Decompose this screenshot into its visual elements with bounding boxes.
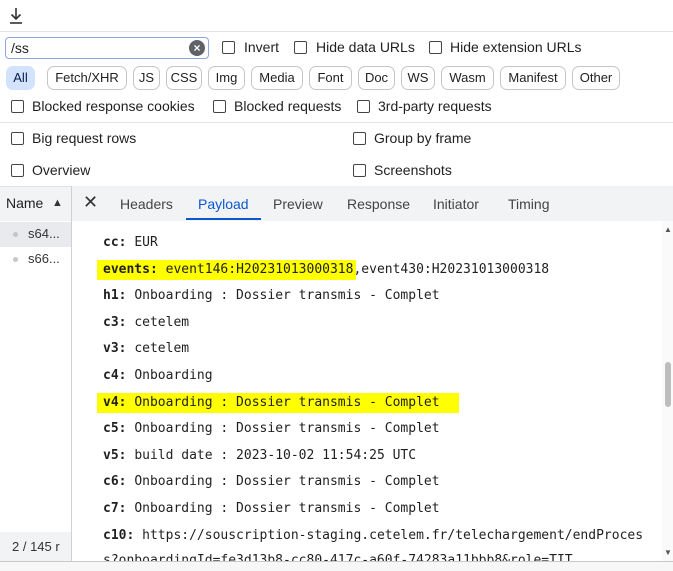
payload-value: Onboarding : Dossier transmis - Complet [134, 288, 440, 303]
filter-input[interactable]: /ss × [5, 37, 209, 59]
active-tab-indicator [186, 218, 261, 220]
payload-key: events: [103, 262, 158, 277]
filter-input-value: /ss [11, 40, 29, 56]
hide-data-urls-label: Hide data URLs [316, 39, 415, 55]
group-by-frame-checkbox[interactable] [353, 132, 366, 145]
tab-preview[interactable]: Preview [273, 196, 323, 212]
payload-row: c3: cetelem [103, 315, 189, 330]
invert-checkbox[interactable] [222, 41, 235, 54]
payload-row: c6: Onboarding : Dossier transmis - Comp… [103, 474, 440, 489]
payload-key: c10: [103, 528, 135, 543]
payload-value: event146:H20231013000318,event430:H20231… [165, 262, 550, 277]
filters-divider [0, 122, 673, 123]
overview-label: Overview [32, 162, 91, 178]
list-panel-divider[interactable] [71, 186, 72, 571]
type-filter-fetch-xhr[interactable]: Fetch/XHR [47, 66, 127, 90]
payload-row: v4: Onboarding : Dossier transmis - Comp… [103, 395, 440, 410]
big-request-rows-label: Big request rows [32, 130, 137, 146]
payload-key: v3: [103, 341, 127, 356]
screenshots-checkbox[interactable] [353, 164, 366, 177]
request-name: s64... [28, 226, 60, 241]
type-filter-js[interactable]: JS [133, 66, 160, 90]
payload-row: cc: EUR [103, 235, 158, 250]
payload-key: c4: [103, 368, 127, 383]
blocked-requests-checkbox[interactable] [213, 100, 226, 113]
request-status-dot [13, 232, 18, 237]
payload-value: cetelem [134, 315, 190, 330]
payload-value: build date : 2023-10-02 11:54:25 UTC [134, 448, 417, 463]
payload-value: https://souscription-staging.cetelem.fr/… [142, 528, 644, 543]
payload-row: c5: Onboarding : Dossier transmis - Comp… [103, 421, 440, 436]
payload-value: Onboarding : Dossier transmis - Complet [134, 474, 440, 489]
sort-ascending-icon: ▲ [52, 197, 63, 209]
tab-payload[interactable]: Payload [198, 196, 249, 212]
big-request-rows-checkbox[interactable] [11, 132, 24, 145]
payload-key: cc: [103, 235, 127, 250]
clear-filter-icon[interactable]: × [189, 40, 205, 56]
third-party-requests-checkbox[interactable] [357, 100, 370, 113]
type-filter-all[interactable]: All [6, 66, 35, 90]
blocked-response-cookies-checkbox[interactable] [11, 100, 24, 113]
payload-value: Onboarding : Dossier transmis - Complet [134, 501, 440, 516]
tab-timing[interactable]: Timing [508, 196, 550, 212]
type-filter-other[interactable]: Other [572, 66, 620, 90]
hide-extension-urls-checkbox[interactable] [429, 41, 442, 54]
tab-response[interactable]: Response [347, 196, 410, 212]
request-name: s66... [28, 251, 60, 266]
payload-value: Onboarding : Dossier transmis - Complet [134, 421, 440, 436]
payload-row: events: event146:H20231013000318,event43… [103, 262, 549, 277]
payload-value: Onboarding [134, 368, 213, 383]
hide-data-urls-checkbox[interactable] [294, 41, 307, 54]
payload-value: cetelem [134, 341, 190, 356]
payload-row: v3: cetelem [103, 341, 189, 356]
payload-key: c5: [103, 421, 127, 436]
invert-label: Invert [244, 39, 280, 55]
request-count: 2 / 145 r [12, 539, 60, 554]
screenshots-label: Screenshots [374, 162, 452, 178]
payload-key: c3: [103, 315, 127, 330]
payload-value: Onboarding : Dossier transmis - Complet [134, 395, 440, 410]
type-filter-css[interactable]: CSS [166, 66, 202, 90]
payload-row: h1: Onboarding : Dossier transmis - Comp… [103, 288, 440, 303]
tab-initiator[interactable]: Initiator [433, 196, 479, 212]
scroll-up-icon[interactable]: ▲ [664, 225, 672, 234]
payload-key: v5: [103, 448, 127, 463]
type-filter-media[interactable]: Media [251, 66, 303, 90]
hide-extension-urls-label: Hide extension URLs [450, 39, 582, 55]
payload-row: c4: Onboarding [103, 368, 213, 383]
type-filter-font[interactable]: Font [309, 66, 352, 90]
request-row[interactable]: s64... [0, 222, 71, 247]
payload-row-continuation: s?onboardingId=fe3d13b8-cc80-417c-a60f-7… [103, 553, 659, 561]
type-filter-manifest[interactable]: Manifest [500, 66, 566, 90]
name-column-label: Name [6, 195, 44, 211]
tab-headers[interactable]: Headers [120, 196, 173, 212]
request-row[interactable]: s66... [0, 247, 71, 272]
payload-key: v4: [103, 395, 127, 410]
blocked-requests-label: Blocked requests [234, 98, 342, 114]
payload-value: s?onboardingId=fe3d13b8-cc80-417c-a60f-7… [103, 553, 573, 561]
request-status-dot [13, 257, 18, 262]
third-party-requests-label: 3rd-party requests [378, 98, 492, 114]
type-filter-wasm[interactable]: Wasm [441, 66, 494, 90]
type-filter-doc[interactable]: Doc [358, 66, 395, 90]
type-filter-ws[interactable]: WS [401, 66, 435, 90]
type-filter-img[interactable]: Img [208, 66, 245, 90]
toolbar-divider [0, 31, 673, 32]
payload-key: c7: [103, 501, 127, 516]
blocked-response-cookies-label: Blocked response cookies [32, 98, 195, 114]
scroll-down-icon[interactable]: ▼ [664, 548, 672, 557]
scrollbar-thumb[interactable] [665, 362, 671, 407]
close-icon[interactable]: ✕ [83, 192, 98, 213]
payload-value: EUR [134, 235, 158, 250]
group-by-frame-label: Group by frame [374, 130, 472, 146]
payload-key: h1: [103, 288, 127, 303]
payload-key: c6: [103, 474, 127, 489]
download-icon[interactable] [8, 6, 24, 26]
payload-row: v5: build date : 2023-10-02 11:54:25 UTC [103, 448, 416, 463]
overview-checkbox[interactable] [11, 164, 24, 177]
bottom-strip [0, 562, 673, 571]
payload-row: c10: https://souscription-staging.cetele… [103, 528, 659, 543]
payload-row: c7: Onboarding : Dossier transmis - Comp… [103, 501, 440, 516]
